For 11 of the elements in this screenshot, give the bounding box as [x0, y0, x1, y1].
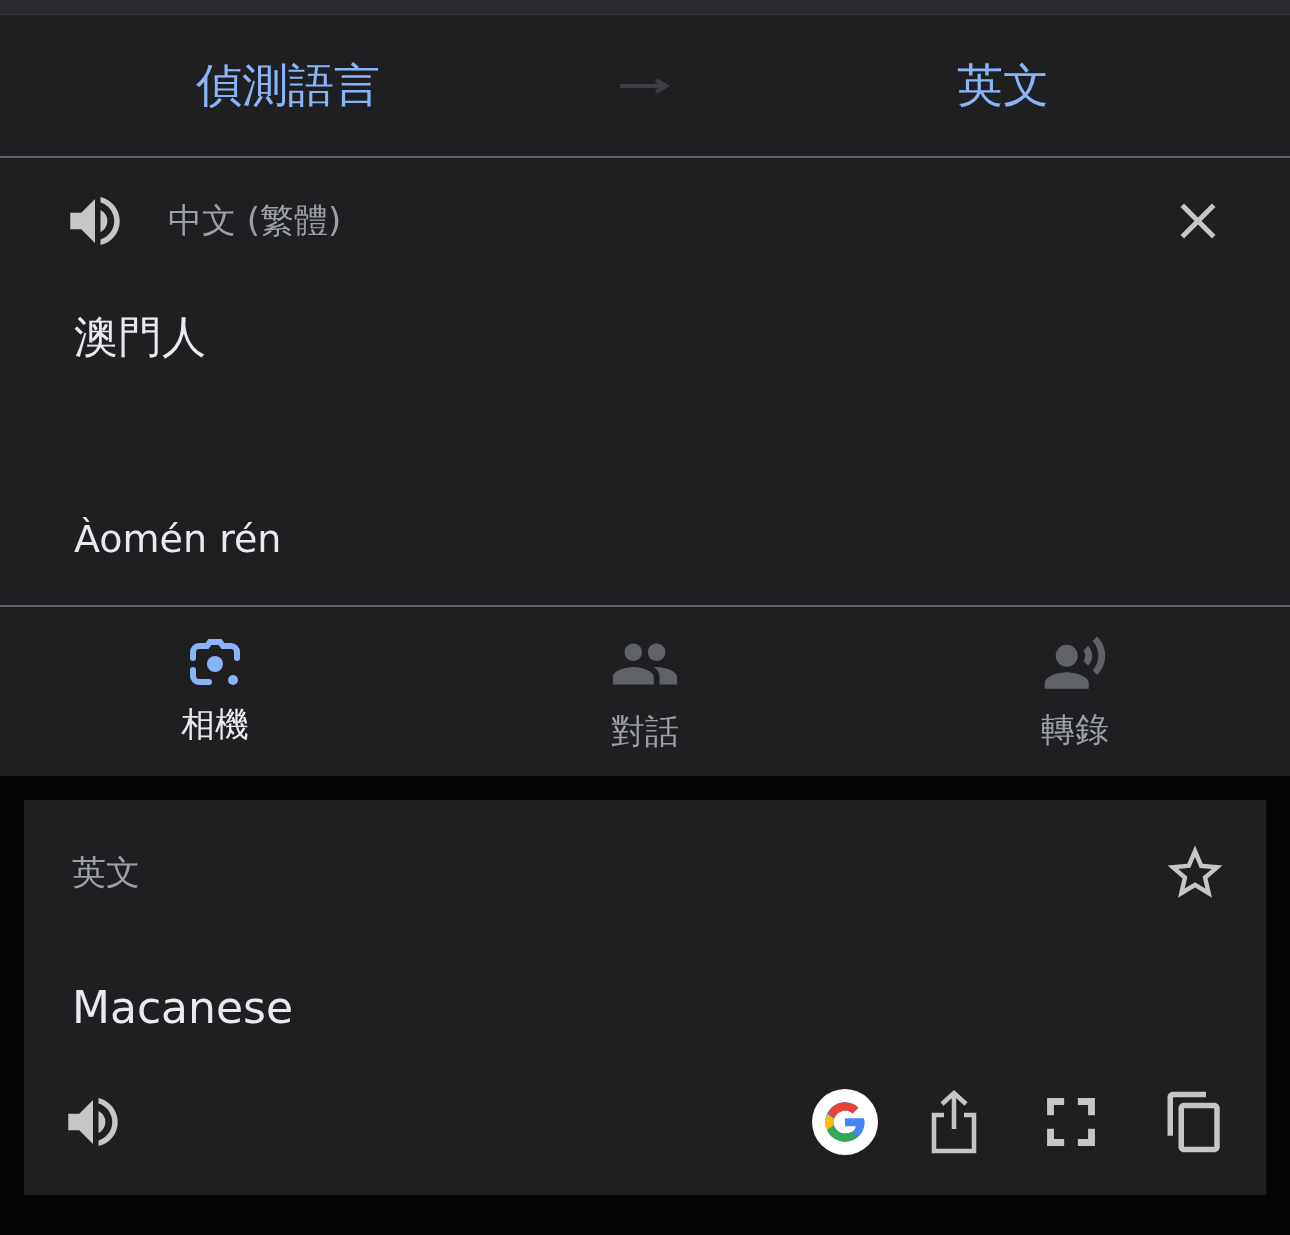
mode-tab[interactable]: 相機: [0, 607, 430, 776]
arrow-icon: [620, 77, 670, 94]
source-language-button[interactable]: 偵測語言: [187, 50, 388, 121]
target-language-label: 英文: [72, 851, 140, 894]
detected-language: 中文 (繁體): [168, 199, 342, 242]
mode-tab[interactable]: 轉錄: [860, 607, 1290, 776]
source-text: 澳門人: [74, 310, 207, 364]
romanization: Àomén rén: [74, 517, 283, 561]
target-language-button[interactable]: 英文: [948, 50, 1057, 121]
translated-text: Macanese: [72, 982, 295, 1033]
mode-tab[interactable]: 對話: [430, 607, 860, 776]
